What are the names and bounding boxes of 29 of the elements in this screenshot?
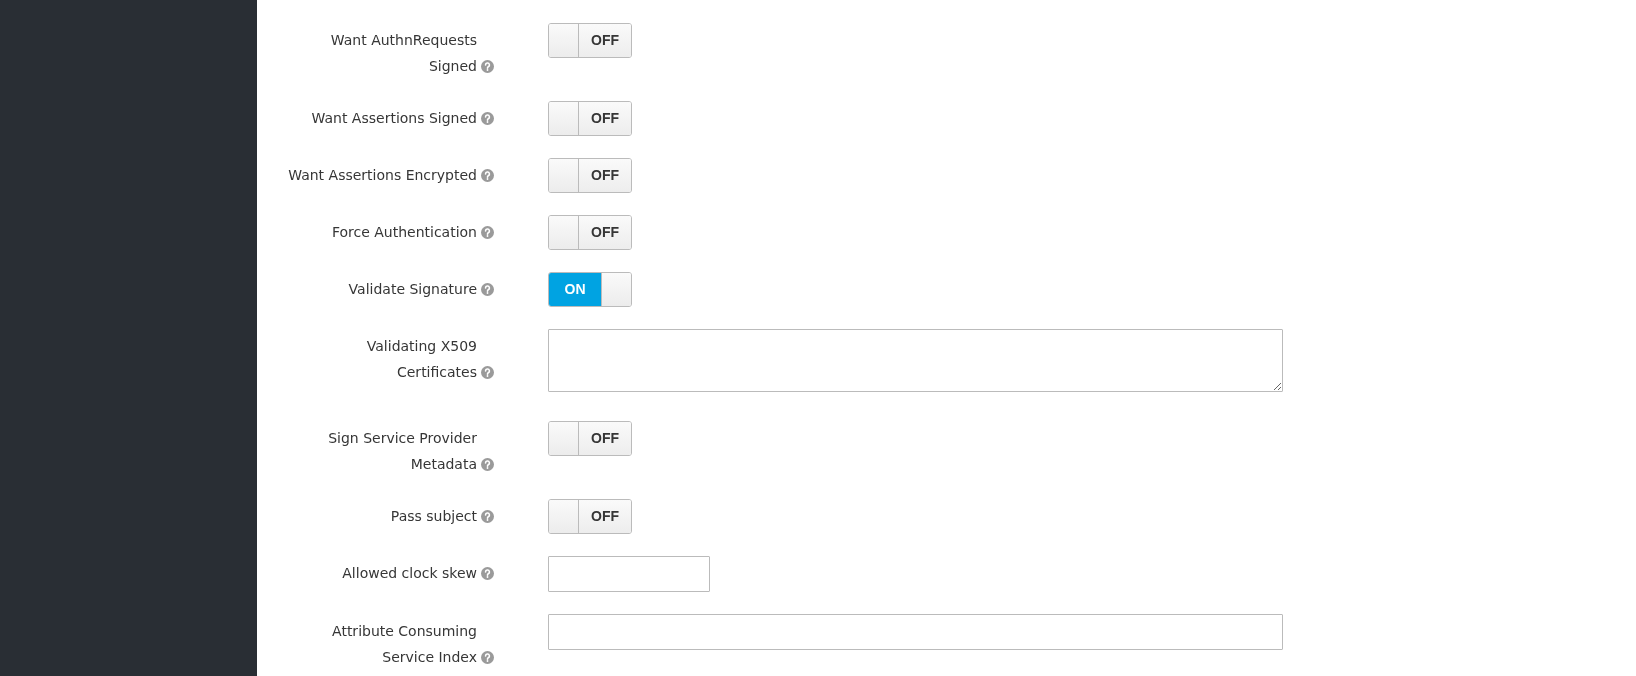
field-label: Sign Service Provider Metadata [327,429,477,474]
toggle-switch[interactable]: OFF [548,101,632,136]
help-icon[interactable] [481,510,494,523]
toggle-switch[interactable]: OFF [548,158,632,193]
field-label: Attribute Consuming Service Index [331,622,477,667]
input-field[interactable] [548,556,710,592]
toggle-switch[interactable]: OFF [548,421,632,456]
field-label: Want Assertions Signed [311,109,477,128]
text-area[interactable] [548,329,1283,392]
help-icon[interactable] [481,169,494,182]
help-icon[interactable] [481,226,494,239]
field-label: Validating X509 Certificates [365,337,477,382]
field-label: Validate Signature [348,280,477,299]
help-icon[interactable] [481,366,494,379]
field-label: Force Authentication [331,223,477,242]
help-icon[interactable] [481,458,494,471]
toggle-switch[interactable]: OFF [548,215,632,250]
field-label: Pass subject [390,507,477,526]
help-icon[interactable] [481,60,494,73]
input-field[interactable] [548,614,1283,650]
field-label: Want Assertions Encrypted [288,166,477,185]
help-icon[interactable] [481,112,494,125]
help-icon[interactable] [481,567,494,580]
help-icon[interactable] [481,651,494,664]
help-icon[interactable] [481,283,494,296]
field-label: Allowed clock skew [342,564,477,583]
toggle-switch[interactable]: OFF [548,23,632,58]
field-label: Want AuthnRequests Signed [329,31,477,76]
toggle-switch[interactable]: OFF [548,499,632,534]
